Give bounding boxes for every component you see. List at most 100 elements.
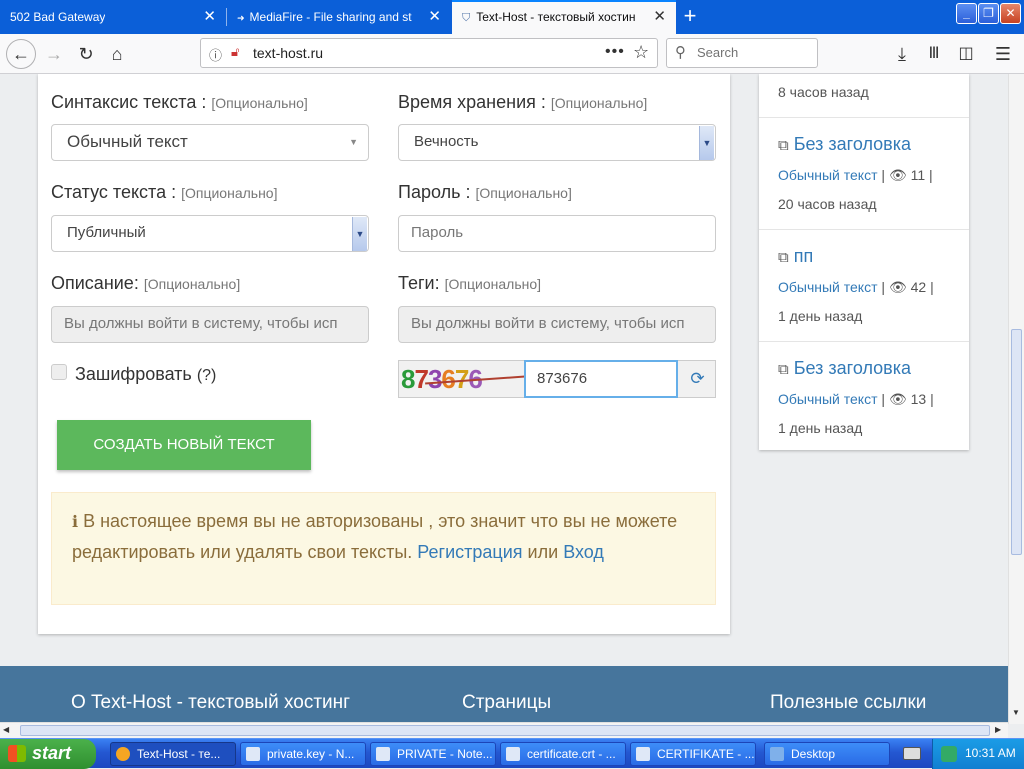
taskbar-item-label: Desktop bbox=[791, 747, 836, 761]
optional-hint: [Опционально] bbox=[444, 276, 542, 292]
scroll-right-icon[interactable]: ▶ bbox=[995, 725, 1001, 734]
expiry-select[interactable]: Вечность ▼ bbox=[398, 124, 716, 161]
taskbar-item-notepad-certificate[interactable]: certificate.crt - ... bbox=[500, 742, 626, 766]
syntax-select[interactable]: Обычный текст ▼ bbox=[51, 124, 369, 161]
list-item-time: 1 день назад bbox=[778, 420, 863, 436]
reload-icon[interactable]: ↻ bbox=[72, 40, 100, 68]
encrypt-label-text: Зашифровать bbox=[75, 364, 192, 384]
list-item-title[interactable]: ⧉ пп bbox=[778, 246, 813, 267]
sidebar-icon[interactable]: ◫ bbox=[952, 40, 980, 68]
clock[interactable]: 10:31 AM bbox=[965, 746, 1016, 760]
library-icon[interactable]: Ⅲ bbox=[920, 40, 948, 68]
tab-close-icon[interactable]: ✕ bbox=[203, 2, 216, 32]
taskbar-item-notepad-private-key[interactable]: private.key - N... bbox=[240, 742, 366, 766]
encrypt-label[interactable]: Зашифровать (?) bbox=[75, 364, 216, 385]
expiry-selected-value: Вечность bbox=[414, 133, 479, 150]
eye-icon: 👁︎ bbox=[888, 391, 907, 407]
tags-field[interactable]: Вы должны войти в систему, чтобы исп bbox=[398, 306, 716, 343]
login-link[interactable]: Вход bbox=[563, 542, 604, 562]
taskbar-item-notepad-certifikate[interactable]: CERTIFIKATE - ... bbox=[630, 742, 756, 766]
network-icon[interactable] bbox=[941, 746, 957, 762]
status-select[interactable]: Публичный ▼ bbox=[51, 215, 369, 252]
encrypt-checkbox[interactable] bbox=[51, 364, 67, 380]
password-label-text: Пароль : bbox=[398, 182, 471, 202]
syntax-link[interactable]: Обычный текст bbox=[778, 279, 878, 295]
star-icon[interactable]: ☆ bbox=[633, 42, 649, 63]
new-tab-button[interactable]: + bbox=[676, 2, 704, 32]
vertical-scrollbar[interactable]: ▼ bbox=[1008, 74, 1024, 724]
url-bar[interactable]: ⓘ 🔓︎ text-host.ru ••• ☆ bbox=[200, 38, 658, 68]
tags-label: Теги: [Опционально] bbox=[398, 273, 541, 294]
taskbar-item-firefox[interactable]: Text-Host - те... bbox=[110, 742, 236, 766]
refresh-captcha-icon[interactable]: ⟳ bbox=[679, 361, 716, 397]
list-item-title[interactable]: ⧉ Без заголовка bbox=[778, 358, 911, 379]
scroll-down-icon[interactable]: ▼ bbox=[1012, 708, 1020, 717]
scrollbar-thumb[interactable] bbox=[1011, 329, 1022, 555]
chevron-down-icon[interactable]: ▼ bbox=[352, 217, 367, 251]
tab-text-host[interactable]: ⛉ Text-Host - текстовый хостинг ✕ bbox=[452, 0, 676, 34]
syntax-link[interactable]: Обычный текст bbox=[778, 391, 878, 407]
info-icon[interactable]: ⓘ bbox=[209, 45, 222, 64]
footer-pages-heading: Страницы bbox=[462, 692, 552, 713]
optional-hint: [Опционально] bbox=[181, 185, 278, 201]
windows-taskbar: start Text-Host - те... private.key - N.… bbox=[0, 738, 1024, 769]
list-item-time: 1 день назад bbox=[778, 308, 863, 324]
page-viewport: Синтаксис текста : [Опционально] Время х… bbox=[0, 74, 1008, 724]
home-icon[interactable]: ⌂ bbox=[103, 40, 131, 68]
start-button[interactable]: start bbox=[0, 739, 96, 769]
back-icon[interactable]: ← bbox=[6, 39, 36, 69]
status-selected-value: Публичный bbox=[67, 224, 146, 241]
register-link[interactable]: Регистрация bbox=[417, 542, 522, 562]
not-authorized-alert: ℹ В настоящее время вы не авторизованы ,… bbox=[51, 492, 716, 605]
footer-about-heading: О Text-Host - текстовый хостинг bbox=[71, 692, 351, 713]
caret-down-icon: ▼ bbox=[349, 137, 358, 147]
taskbar-item-label: CERTIFIKATE - ... bbox=[657, 747, 755, 761]
tab-502-bad-gateway[interactable]: 502 Bad Gateway ✕ bbox=[0, 2, 226, 34]
forward-icon[interactable]: → bbox=[40, 40, 68, 68]
notepad-icon bbox=[636, 747, 650, 761]
list-item-time: 20 часов назад bbox=[778, 196, 877, 212]
optional-hint: [Опционально] bbox=[475, 185, 572, 201]
firefox-icon bbox=[116, 747, 130, 761]
horizontal-scrollbar[interactable]: ◀ ▶ bbox=[0, 722, 1008, 738]
description-disabled-text: Вы должны войти в систему, чтобы исп bbox=[64, 315, 338, 332]
captcha-image: 873676 bbox=[401, 361, 525, 397]
taskbar-item-label: PRIVATE - Note... bbox=[397, 747, 493, 761]
tab-mediafire[interactable]: ➜ MediaFire - File sharing and storag ✕ bbox=[227, 2, 451, 34]
encrypt-help-link[interactable]: (?) bbox=[197, 367, 217, 384]
search-icon: ⚲ bbox=[675, 44, 686, 61]
mediafire-icon: ➜ bbox=[237, 13, 245, 23]
keyboard-icon[interactable] bbox=[903, 747, 921, 760]
password-field[interactable]: Пароль bbox=[398, 215, 716, 252]
tab-close-icon[interactable]: ✕ bbox=[653, 2, 666, 32]
chevron-down-icon[interactable]: ▼ bbox=[699, 126, 714, 160]
create-text-button[interactable]: СОЗДАТЬ НОВЫЙ ТЕКСТ bbox=[57, 420, 311, 470]
password-placeholder: Пароль bbox=[411, 224, 464, 241]
close-window-button[interactable]: ✕ bbox=[1000, 3, 1021, 24]
taskbar-item-desktop[interactable]: Desktop bbox=[764, 742, 890, 766]
minimize-button[interactable]: _ bbox=[956, 3, 977, 24]
menu-icon[interactable]: ☰ bbox=[989, 40, 1017, 68]
more-icon[interactable]: ••• bbox=[605, 43, 625, 61]
list-item-title-text[interactable]: Без заголовка bbox=[794, 134, 911, 154]
maximize-button[interactable]: ❐ bbox=[978, 3, 999, 24]
list-item-title-text[interactable]: Без заголовка bbox=[794, 358, 911, 378]
tab-close-icon[interactable]: ✕ bbox=[428, 2, 441, 32]
taskbar-item-notepad-private[interactable]: PRIVATE - Note... bbox=[370, 742, 496, 766]
list-item-title-text[interactable]: пп bbox=[794, 246, 814, 266]
recent-texts-sidebar: 8 часов назад ⧉ Без заголовка Обычный те… bbox=[759, 74, 969, 450]
download-icon[interactable]: ⤓ bbox=[888, 40, 916, 68]
scrollbar-thumb[interactable] bbox=[20, 725, 990, 736]
optional-hint: [Опционально] bbox=[550, 95, 648, 111]
list-item-title[interactable]: ⧉ Без заголовка bbox=[778, 134, 911, 155]
description-field[interactable]: Вы должны войти в систему, чтобы исп bbox=[51, 306, 369, 343]
search-input[interactable]: ⚲ Search bbox=[666, 38, 818, 68]
taskbar-item-label: certificate.crt - ... bbox=[527, 747, 616, 761]
system-tray: 10:31 AM bbox=[932, 739, 1024, 769]
captcha-input[interactable]: 873676 bbox=[524, 360, 678, 398]
scroll-left-icon[interactable]: ◀ bbox=[3, 725, 9, 734]
status-label: Статус текста : [Опционально] bbox=[51, 182, 277, 203]
url-text[interactable]: text-host.ru bbox=[253, 45, 323, 61]
syntax-link[interactable]: Обычный текст bbox=[778, 167, 878, 183]
tab-strip: 502 Bad Gateway ✕ ➜ MediaFire - File shar… bbox=[0, 0, 1024, 34]
